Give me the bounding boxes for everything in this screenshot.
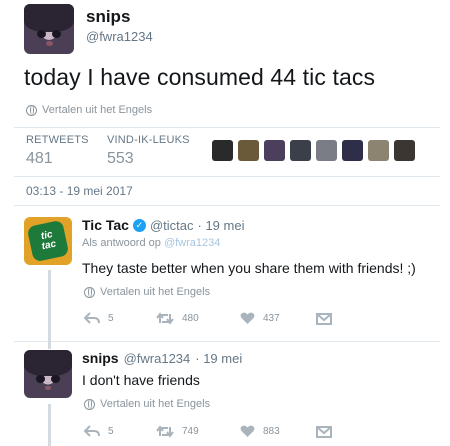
retweet-icon xyxy=(156,425,174,438)
reply-icon xyxy=(84,425,100,437)
liker-avatar[interactable] xyxy=(264,140,285,161)
reply-action[interactable]: 5 xyxy=(84,312,156,325)
tweet-actions: 5 480 437 xyxy=(84,312,344,325)
retweet-action[interactable]: 480 xyxy=(156,312,240,325)
like-count: 883 xyxy=(263,426,280,437)
reply-display-name[interactable]: snips xyxy=(82,350,119,366)
reply-handle[interactable]: @fwra1234 xyxy=(124,351,191,366)
author-avatar[interactable] xyxy=(24,4,74,54)
liker-avatar[interactable] xyxy=(212,140,233,161)
tweet-text: today I have consumed 44 tic tacs xyxy=(24,64,376,90)
reply-context: Als antwoord op @fwra1234 xyxy=(82,237,220,249)
reply-to-label: Als antwoord op xyxy=(82,237,161,249)
verified-badge-icon: ✓ xyxy=(132,218,146,232)
divider xyxy=(14,176,440,177)
retweet-icon xyxy=(156,312,174,325)
globe-icon xyxy=(84,398,95,410)
reply-to-handle[interactable]: @fwra1234 xyxy=(164,237,220,249)
retweet-count: 749 xyxy=(182,426,199,437)
tictac-logo: tic tac xyxy=(26,219,70,263)
reply-action[interactable]: 5 xyxy=(84,425,156,438)
reply-handle[interactable]: @tictac xyxy=(150,218,194,233)
retweets-count[interactable]: 481 xyxy=(26,150,53,168)
reply-header: snips @fwra1234 · 19 mei xyxy=(82,350,242,366)
divider xyxy=(14,205,440,206)
liker-avatar[interactable] xyxy=(342,140,363,161)
divider xyxy=(14,127,440,128)
translate-label: Vertalen uit het Engels xyxy=(42,104,153,116)
translate-link[interactable]: Vertalen uit het Engels xyxy=(84,286,210,298)
retweets-label[interactable]: RETWEETS xyxy=(26,134,89,146)
reply-header: Tic Tac ✓ @tictac · 19 mei xyxy=(82,217,244,233)
reply-author-avatar[interactable] xyxy=(24,350,72,398)
liker-avatar[interactable] xyxy=(368,140,389,161)
liker-avatars xyxy=(212,140,415,161)
reply-display-name[interactable]: Tic Tac xyxy=(82,217,129,233)
reply-text: They taste better when you share them wi… xyxy=(82,260,416,276)
translate-link[interactable]: Vertalen uit het Engels xyxy=(84,398,210,410)
reply-text: I don't have friends xyxy=(82,372,200,388)
logo-text-tac: tac xyxy=(40,238,58,253)
like-action[interactable]: 437 xyxy=(240,312,316,325)
translate-label: Vertalen uit het Engels xyxy=(100,286,211,298)
heart-icon xyxy=(240,425,255,437)
reply-date[interactable]: · 19 mei xyxy=(195,351,242,366)
liker-avatar[interactable] xyxy=(316,140,337,161)
likes-count[interactable]: 553 xyxy=(107,150,134,168)
likes-label[interactable]: VIND-IK-LEUKS xyxy=(107,134,190,146)
reply-date[interactable]: · 19 mei xyxy=(198,218,245,233)
heart-icon xyxy=(240,312,255,324)
like-count: 437 xyxy=(263,313,280,324)
globe-icon xyxy=(84,286,95,298)
tweet-actions: 5 749 883 xyxy=(84,425,344,438)
liker-avatar[interactable] xyxy=(238,140,259,161)
liker-avatar[interactable] xyxy=(394,140,415,161)
globe-icon xyxy=(26,104,37,116)
reply-icon xyxy=(84,312,100,324)
translate-label: Vertalen uit het Engels xyxy=(100,398,211,410)
retweet-action[interactable]: 749 xyxy=(156,425,240,438)
envelope-icon xyxy=(316,312,332,325)
tweet-timestamp[interactable]: 03:13 - 19 mei 2017 xyxy=(26,184,133,198)
author-display-name[interactable]: snips xyxy=(86,7,130,27)
thread-line xyxy=(48,404,51,446)
translate-link[interactable]: Vertalen uit het Engels xyxy=(26,104,152,116)
dm-action[interactable] xyxy=(316,312,332,325)
thread-line xyxy=(48,270,51,344)
reply-count: 5 xyxy=(108,313,114,324)
tictac-avatar[interactable]: tic tac xyxy=(24,217,72,265)
author-handle[interactable]: @fwra1234 xyxy=(86,29,153,44)
dm-action[interactable] xyxy=(316,425,332,438)
liker-avatar[interactable] xyxy=(290,140,311,161)
envelope-icon xyxy=(316,425,332,438)
retweet-count: 480 xyxy=(182,313,199,324)
divider xyxy=(14,341,440,342)
like-action[interactable]: 883 xyxy=(240,425,316,438)
reply-count: 5 xyxy=(108,426,114,437)
thread-line xyxy=(48,341,51,349)
